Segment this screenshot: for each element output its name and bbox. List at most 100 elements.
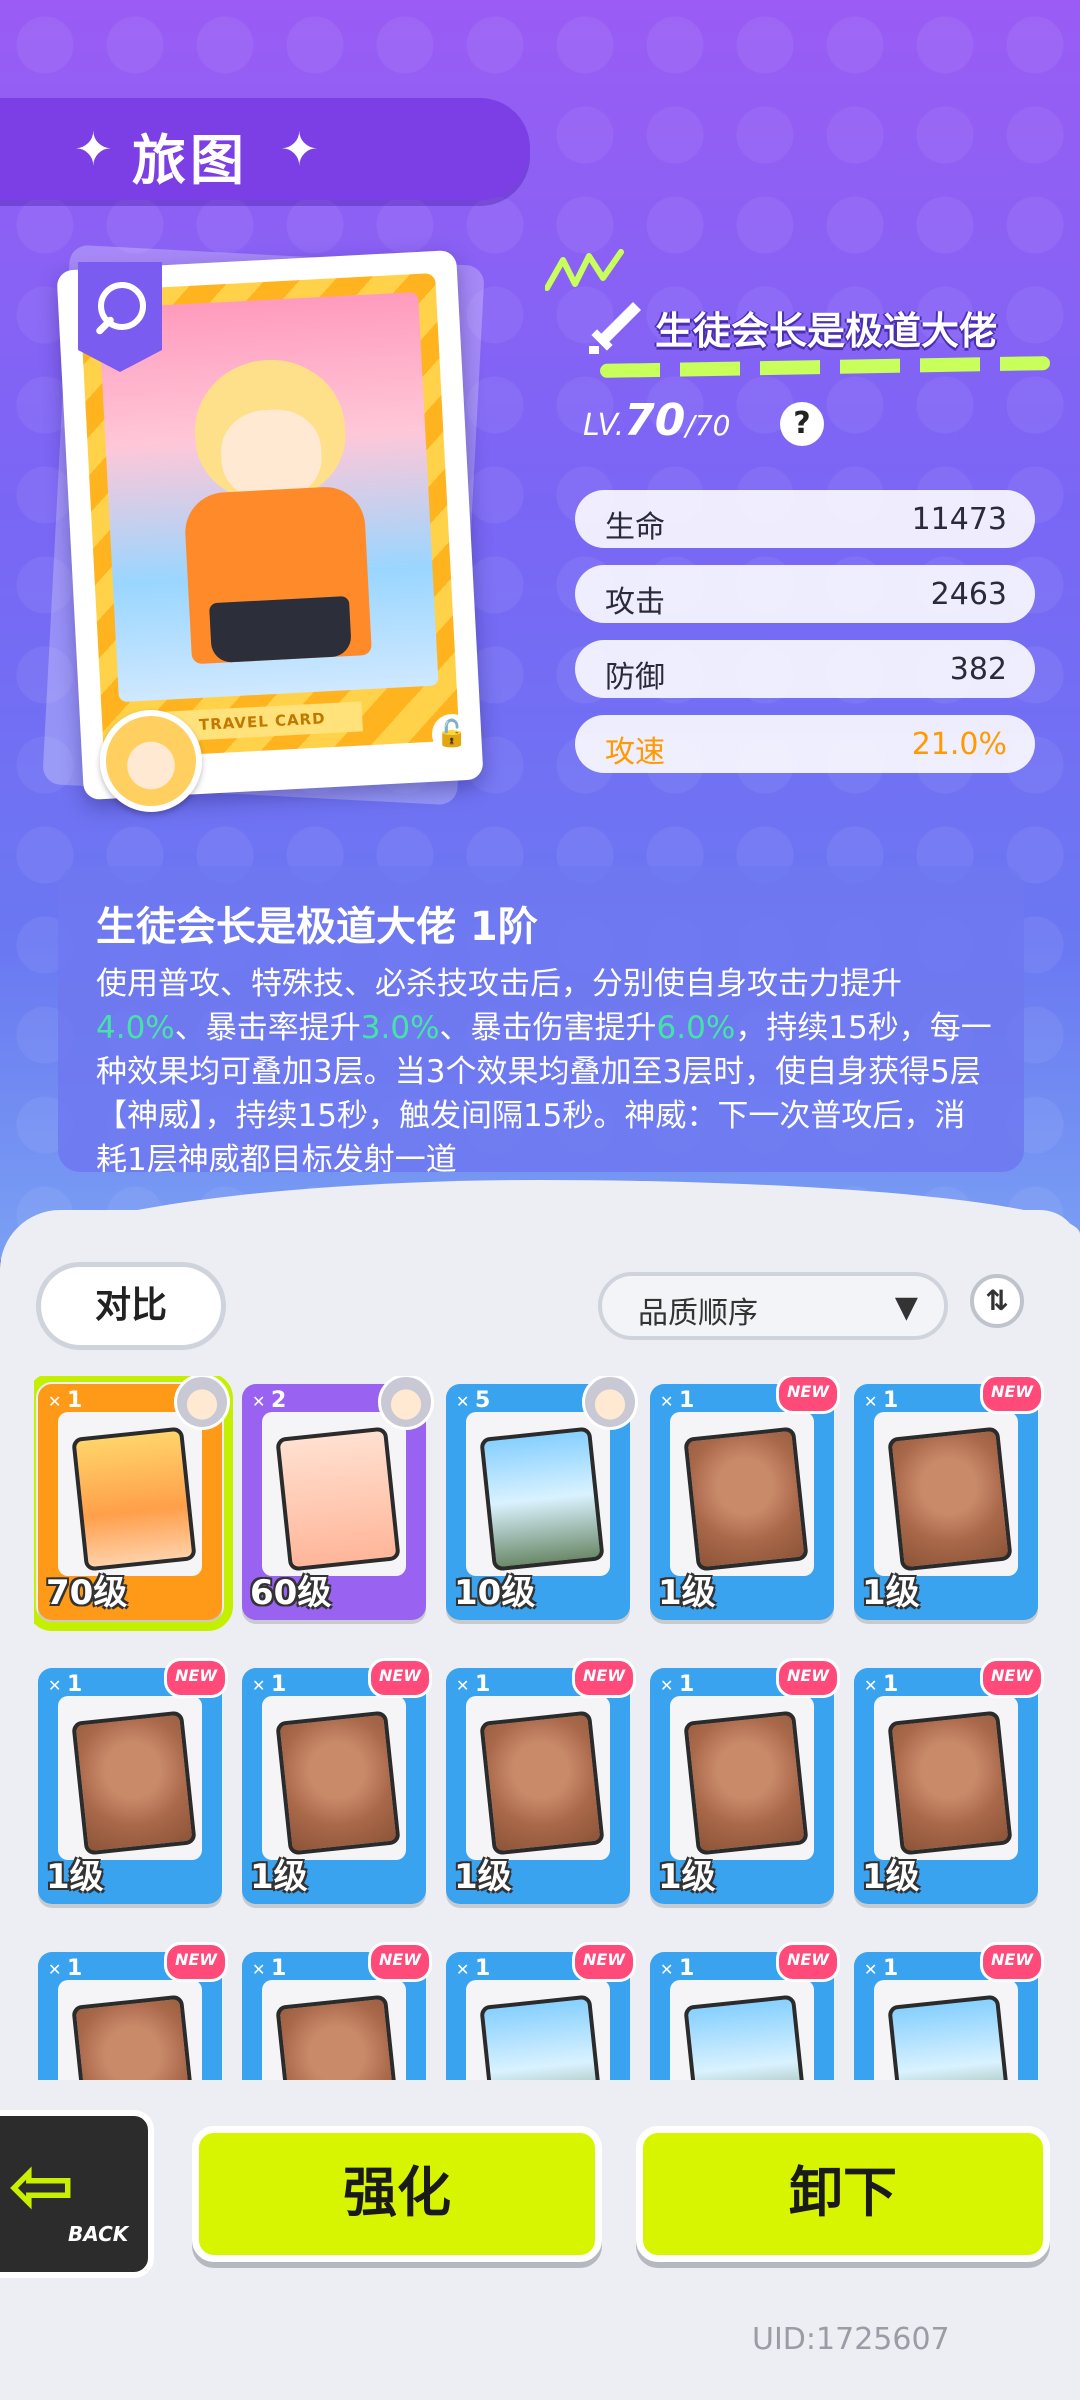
card-grid-item[interactable]: 1 1级 NEW <box>38 1658 228 1904</box>
stat-value: 11473 <box>911 502 1007 537</box>
card-level: 10级 <box>454 1573 536 1613</box>
card-thumb-sphinx <box>479 1710 605 1856</box>
level-current: 70 <box>624 395 686 446</box>
card-thumb-sphinx <box>887 1710 1013 1856</box>
sword-icon <box>589 302 641 354</box>
stat-value: 21.0% <box>911 727 1007 762</box>
card-thumb-motel <box>479 1426 605 1572</box>
card-level: 1级 <box>658 1573 716 1613</box>
card-level: 70级 <box>46 1573 128 1613</box>
stat-attack: 攻击 2463 <box>575 565 1035 623</box>
card-thumb-sphinx <box>275 1994 401 2080</box>
skill-text: 、暴击伤害提升 <box>439 1010 657 1046</box>
stat-value: 382 <box>949 652 1007 687</box>
sparkle-icon: ✦ <box>74 122 113 176</box>
new-badge: NEW <box>776 1942 840 1982</box>
card-grid-item[interactable]: 1 1级 NEW <box>650 1376 840 1620</box>
compare-button[interactable]: 对比 <box>36 1262 226 1350</box>
card-count: 5 <box>456 1388 490 1413</box>
card-grid-item[interactable]: 1 NEW <box>242 1942 432 2080</box>
new-badge: NEW <box>572 1942 636 1982</box>
card-level: LV.70/70 <box>583 395 730 446</box>
skill-panel[interactable]: 生徒会长是极道大佬 1阶 使用普攻、特殊技、必杀技攻击后，分别使自身攻击力提升 4… <box>58 866 1024 1172</box>
card-grid-item[interactable]: 1 1级 NEW <box>854 1376 1044 1620</box>
chevron-down-icon: ▼ <box>894 1290 918 1325</box>
card-grid: 1 70级 2 60级 5 10级 1 1级 NEW 1 1级 NEW 1 1级 NEW 1 1级 NEW 1 1级 N… <box>34 1376 1054 2080</box>
back-label: BACK <box>68 2222 129 2246</box>
card-count: 1 <box>456 1956 490 1981</box>
back-arrow-icon: ⇦ <box>8 2139 76 2232</box>
page-header: ✦ 旅图 ✦ <box>0 98 530 200</box>
card-thumb-sphinx <box>887 1426 1013 1572</box>
back-button[interactable]: ⇦ BACK <box>0 2110 154 2278</box>
card-grid-item[interactable]: 5 10级 <box>446 1376 638 1620</box>
card-level: 1级 <box>658 1857 716 1897</box>
stat-value: 2463 <box>930 577 1007 612</box>
zoom-button[interactable] <box>78 262 162 372</box>
card-thumb-motel <box>479 1994 605 2080</box>
card-grid-item[interactable]: 1 1级 NEW <box>446 1658 636 1904</box>
skill-text: 、暴击率提升 <box>174 1010 361 1046</box>
card-grid-item[interactable]: 1 NEW <box>446 1942 636 2080</box>
help-icon[interactable]: ? <box>780 402 824 446</box>
card-grid-item[interactable]: 1 70级 <box>34 1376 233 1631</box>
card-count: 1 <box>864 1388 898 1413</box>
card-thumb-girl <box>71 1426 197 1572</box>
equipped-character-avatar <box>174 1376 230 1430</box>
card-level: 1级 <box>454 1857 512 1897</box>
stat-label: 攻速 <box>605 735 665 770</box>
level-max: /70 <box>685 409 731 442</box>
card-count: 1 <box>48 1956 82 1981</box>
card-thumb-motel <box>887 1994 1013 2080</box>
stat-label: 攻击 <box>605 585 665 620</box>
new-badge: NEW <box>368 1942 432 1982</box>
card-count: 1 <box>48 1388 82 1413</box>
card-level: 1级 <box>46 1857 104 1897</box>
card-grid-item[interactable]: 1 1级 NEW <box>650 1658 840 1904</box>
skill-text: 使用普攻、特殊技、必杀技攻击后，分别使自身攻击力提升 <box>96 966 902 1002</box>
card-count: 1 <box>252 1672 286 1697</box>
new-badge: NEW <box>572 1658 636 1698</box>
card-grid-item[interactable]: 1 NEW <box>38 1942 228 2080</box>
card-count: 1 <box>48 1672 82 1697</box>
card-thumb-sphinx <box>683 1426 809 1572</box>
card-thumb-sphinx <box>683 1710 809 1856</box>
enhance-button[interactable]: 强化 <box>192 2126 602 2262</box>
card-grid-item[interactable]: 1 1级 NEW <box>854 1658 1044 1904</box>
sort-dropdown[interactable]: 品质顺序 ▼ <box>598 1272 948 1340</box>
zigzag-decoration <box>545 249 624 291</box>
character-avatar <box>100 710 202 812</box>
card-grid-item[interactable]: 1 NEW <box>854 1942 1044 2080</box>
card-level: 1级 <box>862 1857 920 1897</box>
stat-label: 防御 <box>605 660 665 695</box>
skill-value-highlight: 4.0% <box>96 1010 175 1046</box>
equipped-character-avatar <box>378 1376 434 1430</box>
card-grid-item[interactable]: 2 60级 <box>242 1376 434 1620</box>
card-level: 60级 <box>250 1573 332 1613</box>
equipped-character-avatar <box>582 1376 638 1430</box>
card-name: 生徒会长是极道大佬 <box>655 309 998 353</box>
page-title: 旅图 <box>132 129 248 192</box>
card-level: 1级 <box>862 1573 920 1613</box>
card-grid-item[interactable]: 1 1级 NEW <box>242 1658 432 1904</box>
unequip-button[interactable]: 卸下 <box>636 2126 1050 2262</box>
new-badge: NEW <box>980 1942 1044 1982</box>
card-count: 1 <box>864 1672 898 1697</box>
card-level: 1级 <box>250 1857 308 1897</box>
new-badge: NEW <box>980 1658 1044 1698</box>
new-badge: NEW <box>164 1658 228 1698</box>
new-badge: NEW <box>776 1376 840 1414</box>
card-thumb-sphinx <box>71 1710 197 1856</box>
new-badge: NEW <box>164 1942 228 1982</box>
card-grid-item[interactable]: 1 NEW <box>650 1942 840 2080</box>
card-thumb-sphinx <box>275 1710 401 1856</box>
skill-value-highlight: 6.0% <box>656 1010 736 1046</box>
card-count: 1 <box>660 1388 694 1413</box>
card-count: 1 <box>456 1672 490 1697</box>
new-badge: NEW <box>980 1376 1044 1414</box>
new-badge: NEW <box>368 1658 432 1698</box>
sort-order-toggle[interactable]: ⇅ <box>970 1274 1024 1328</box>
stat-defense: 防御 382 <box>575 640 1035 698</box>
unlock-icon[interactable]: 🔓 <box>432 714 472 754</box>
stat-attack-speed: 攻速 21.0% <box>575 715 1035 773</box>
